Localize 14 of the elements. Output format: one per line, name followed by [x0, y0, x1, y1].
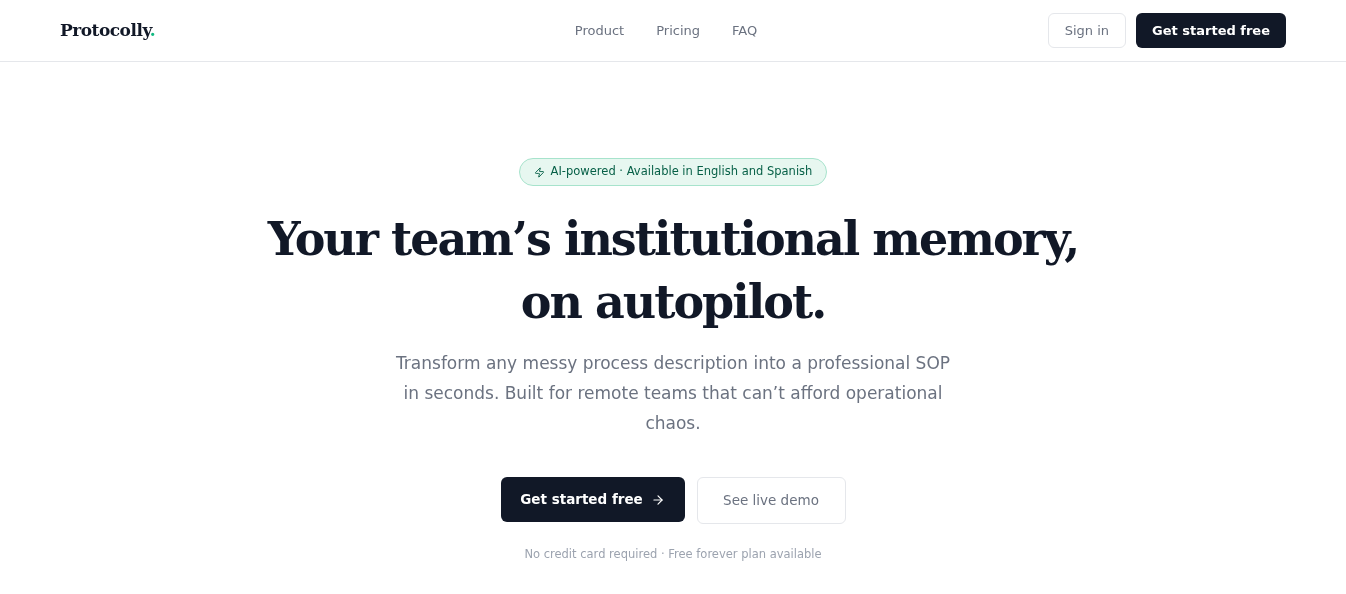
lightning-icon: [533, 166, 545, 178]
get-started-button[interactable]: Get started free: [1136, 13, 1286, 48]
nav-link[interactable]: FAQ: [732, 20, 758, 41]
nav-link[interactable]: Pricing: [656, 20, 700, 41]
nav-link[interactable]: Product: [574, 20, 625, 41]
live-demo-button[interactable]: See live demo: [696, 477, 846, 524]
hero-subtitle: Transform any messy process description into a professional SOP in seconds. Built for remote teams that can’t afford operational chaos.: [394, 352, 952, 435]
logo[interactable]: Protocolly.: [60, 17, 260, 44]
get-started-button[interactable]: Get started free: [500, 477, 685, 522]
sign-in-button[interactable]: Sign in: [1047, 13, 1127, 48]
arrow-right-icon: [650, 492, 665, 507]
hero-headline: Your team’s institutional memory, on autopilot.: [267, 211, 1079, 331]
badge-text: AI-powered · Available in English and Spanish: [550, 163, 813, 181]
hero-note: No credit card required · Free forever plan available: [524, 546, 822, 563]
